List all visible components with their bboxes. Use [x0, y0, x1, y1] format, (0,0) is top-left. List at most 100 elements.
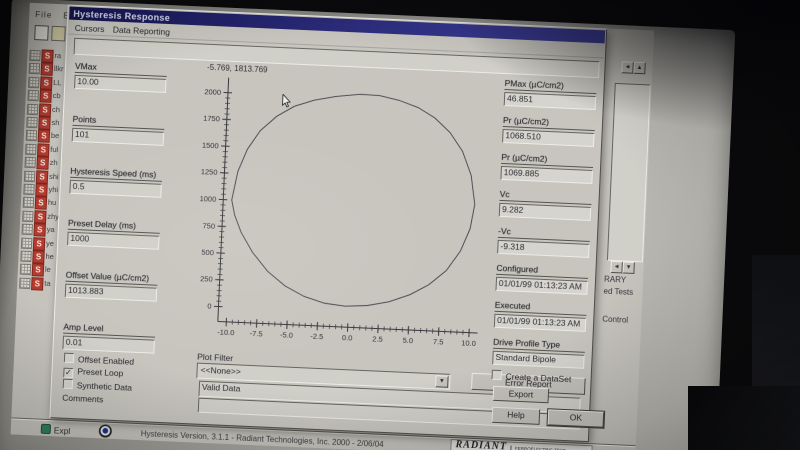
expand-grid-icon[interactable]	[21, 223, 33, 236]
tree-row[interactable]: S LL	[27, 76, 68, 91]
checkbox-icon[interactable]	[63, 352, 75, 364]
tree-row[interactable]: Sful	[24, 142, 65, 157]
hysteresis-response-dialog: Hysteresis Response Cursors Data Reporti…	[49, 4, 608, 443]
expand-grid-icon[interactable]	[23, 183, 35, 196]
tree-row[interactable]: Sllkr	[28, 62, 69, 77]
svg-text:2.5: 2.5	[372, 334, 383, 343]
tree-row-label: ta	[44, 278, 51, 288]
ok-button[interactable]: OK	[547, 409, 605, 428]
scroll-up-icon[interactable]: ▲	[633, 61, 646, 75]
points-input[interactable]: 101	[71, 127, 165, 146]
expand-grid-icon[interactable]	[26, 103, 39, 115]
field-points: Points 101	[71, 113, 165, 146]
tree-row[interactable]: Scb	[26, 89, 67, 104]
task-library-tree: Sra Sllkr S LL Scb Sch Ssh Sbe Sful Szh Sshi Syhi Sh…	[19, 49, 69, 291]
task-s-icon: S	[37, 129, 51, 144]
menu-cursors[interactable]: Cursors	[75, 21, 105, 34]
expand-grid-icon[interactable]	[29, 49, 41, 62]
tree-row[interactable]: Ssh	[25, 116, 66, 131]
expand-grid-icon[interactable]	[25, 130, 38, 142]
bg-menu-file[interactable]: File	[35, 10, 52, 20]
crt-screen: File Edit SraSllkrSLLScbSchSshSbeSfulSzh…	[10, 2, 655, 450]
task-s-icon: S	[41, 49, 54, 63]
hysteresis-speed-input[interactable]: 0.5	[69, 179, 162, 198]
svg-text:-10.0: -10.0	[217, 327, 234, 337]
hysteresis-chart: -5.769, 1813.769 0 250 500 750 1000 1250 1500 1…	[171, 60, 497, 360]
open-folder-icon[interactable]	[51, 25, 66, 42]
radiant-eye-logo-icon	[98, 424, 113, 438]
expand-grid-icon[interactable]	[20, 250, 32, 263]
expand-grid-icon[interactable]	[22, 210, 34, 222]
checkmark-icon[interactable]: ✓	[63, 367, 74, 379]
tree-row[interactable]: Sch	[26, 102, 67, 117]
task-s-icon: S	[32, 236, 46, 251]
background-object	[688, 386, 800, 450]
preset-delay-input[interactable]: 1000	[67, 231, 160, 250]
task-s-icon: S	[32, 250, 45, 264]
vc-output: 9.282	[498, 202, 592, 221]
expand-grid-icon[interactable]	[26, 116, 38, 129]
tree-row[interactable]: Sle	[19, 263, 60, 278]
task-s-icon: S	[31, 276, 44, 291]
tree-row[interactable]: Szhy	[21, 209, 62, 224]
new-document-icon[interactable]	[34, 25, 49, 41]
expand-grid-icon[interactable]	[23, 170, 36, 182]
expand-grid-icon[interactable]	[24, 156, 36, 169]
checkbox-synthetic-data[interactable]: Synthetic Data	[62, 378, 133, 394]
background-right-panel	[606, 82, 651, 263]
export-button[interactable]: Export	[492, 385, 550, 404]
field-vc: Vc 9.282	[498, 188, 592, 221]
tree-row[interactable]: Sye	[20, 236, 61, 251]
amp-level-input[interactable]: 0.01	[62, 335, 155, 354]
expand-grid-icon[interactable]	[22, 197, 35, 209]
tree-row[interactable]: Shu	[22, 196, 63, 211]
expand-grid-icon[interactable]	[28, 76, 40, 89]
scroll-left-icon[interactable]: ◄	[610, 260, 623, 274]
tree-row[interactable]: Sya	[20, 223, 61, 238]
field-vmax: VMax 10.00	[74, 60, 168, 93]
tree-row[interactable]: She	[19, 250, 60, 265]
tree-row[interactable]: Sra	[28, 49, 69, 64]
tree-row-label: ya	[46, 224, 55, 235]
help-button[interactable]: Help	[491, 406, 541, 425]
expand-grid-icon[interactable]	[27, 89, 39, 102]
checkbox-icon[interactable]	[62, 378, 74, 390]
menu-data-reporting[interactable]: Data Reporting	[113, 23, 171, 38]
comments-label: Comments	[62, 392, 104, 405]
tree-row[interactable]: Szh	[23, 156, 64, 171]
drive-profile-type-output: Standard Bipole	[492, 350, 585, 369]
dropdown-arrow-icon[interactable]: ▼	[435, 375, 449, 388]
tree-row[interactable]: Sshi	[23, 169, 64, 184]
background-object	[752, 255, 800, 405]
checkbox-icon[interactable]	[491, 369, 502, 381]
mouse-cursor-icon	[282, 94, 291, 108]
expand-grid-icon[interactable]	[28, 63, 41, 75]
expand-grid-icon[interactable]	[20, 237, 33, 249]
vmax-input[interactable]: 10.00	[74, 74, 167, 93]
expand-grid-icon[interactable]	[19, 277, 31, 289]
task-s-icon: S	[39, 89, 52, 104]
svg-text:5.0: 5.0	[402, 336, 413, 345]
scroll-down-icon[interactable]: ▼	[622, 261, 635, 274]
scroll-left-icon[interactable]: ◄	[621, 61, 634, 74]
field-executed: Executed 01/01/99 01:13:23 AM	[493, 299, 587, 332]
expand-grid-icon[interactable]	[25, 143, 37, 156]
tree-row-label: ch	[51, 104, 61, 114]
tree-row[interactable]: Syhi	[22, 183, 63, 198]
svg-text:0: 0	[207, 302, 212, 311]
svg-text:-2.5: -2.5	[310, 332, 323, 342]
field-configured: Configured 01/01/99 01:13:23 AM	[495, 262, 589, 295]
pr1-output: 1068.510	[502, 128, 595, 148]
explorer-button-fragment[interactable]: Expl	[40, 423, 71, 436]
expand-grid-icon[interactable]	[19, 264, 32, 276]
svg-text:1750: 1750	[203, 114, 220, 124]
tree-row-label: yhi	[48, 184, 59, 195]
monitor-scene: File Edit SraSllkrSLLScbSchSshSbeSfulSzh…	[0, 0, 736, 450]
tree-row[interactable]: Sbe	[25, 129, 66, 144]
plot-filter-label: Plot Filter	[197, 351, 234, 364]
tree-row[interactable]: Sta	[18, 276, 59, 291]
svg-text:-5.0: -5.0	[280, 330, 293, 340]
svg-text:1500: 1500	[202, 141, 219, 151]
svg-text:10.0: 10.0	[461, 338, 476, 348]
offset-value-input[interactable]: 1013.883	[64, 283, 158, 302]
